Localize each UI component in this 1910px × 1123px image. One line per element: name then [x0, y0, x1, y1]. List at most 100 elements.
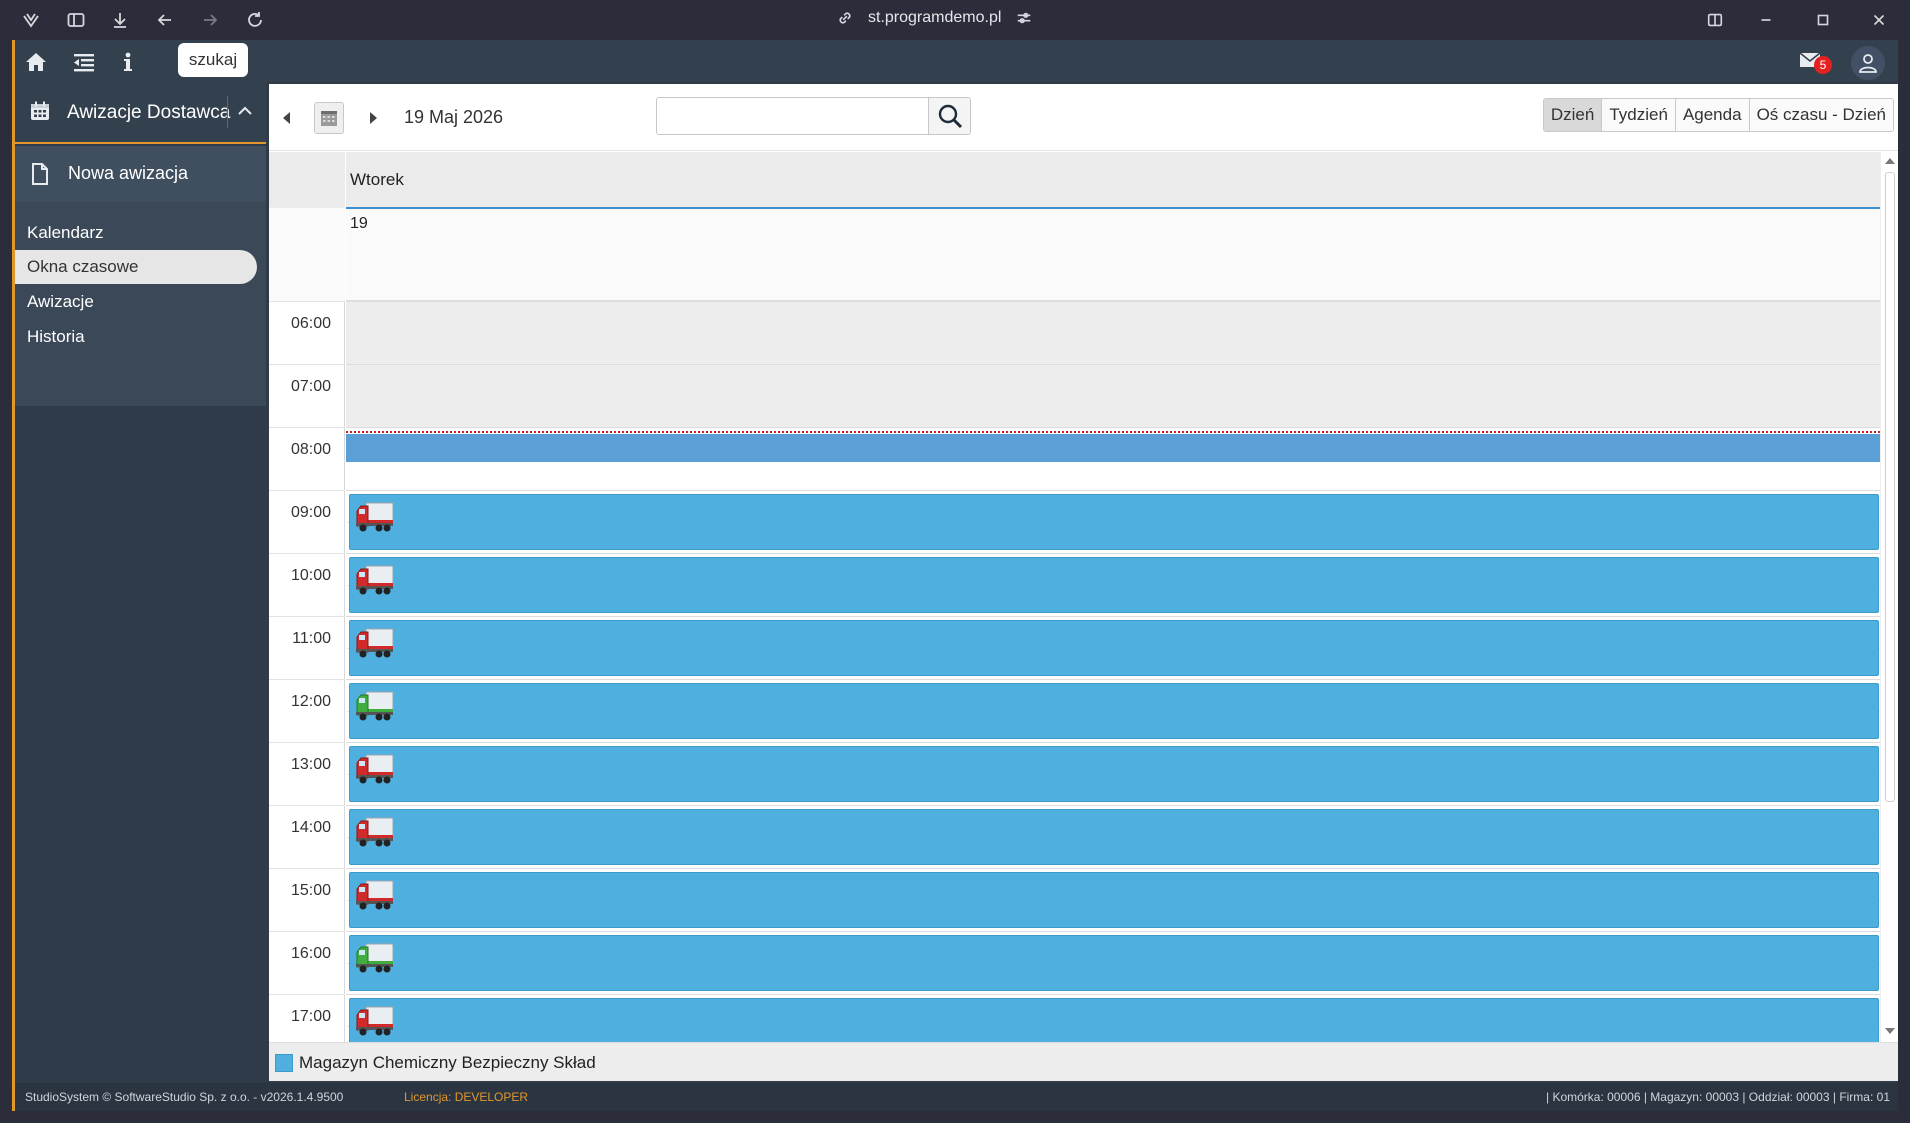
- app-frame: szukaj 5 Awizacje Dostawca Nowa awizacja…: [12, 40, 1898, 1111]
- hour-gridline: [346, 742, 1880, 743]
- next-day-icon[interactable]: [370, 112, 377, 124]
- sidebar-toggle-icon[interactable]: [64, 8, 88, 32]
- scheduler-search-input[interactable]: [656, 97, 930, 135]
- site-settings-icon[interactable]: [1015, 9, 1033, 27]
- back-icon[interactable]: [153, 8, 177, 32]
- view-agenda-button[interactable]: Agenda: [1674, 99, 1749, 131]
- red-truck-icon: [355, 877, 395, 918]
- address-bar[interactable]: st.programdemo.pl: [836, 9, 1033, 27]
- hour-gridline: [346, 805, 1880, 806]
- hour-gridline: [346, 868, 1880, 869]
- search-icon[interactable]: [928, 97, 971, 135]
- hour-gridline: [346, 301, 1880, 302]
- menu-collapse-icon[interactable]: [71, 49, 97, 75]
- hour-label-row: 09:00: [269, 490, 345, 553]
- hour-label-row: 08:00: [269, 427, 345, 490]
- browser-logo-icon[interactable]: [19, 8, 43, 32]
- hour-label: 06:00: [290, 315, 331, 332]
- hour-label: 11:00: [292, 630, 331, 647]
- red-truck-icon: [355, 562, 395, 603]
- hour-gridline: [346, 364, 1880, 365]
- home-icon[interactable]: [23, 49, 49, 75]
- split-view-icon[interactable]: [1703, 8, 1727, 32]
- sidebar-item-historia[interactable]: Historia: [15, 320, 255, 354]
- half-hour-gridline: [346, 396, 1880, 397]
- time-window-slot[interactable]: [349, 620, 1879, 676]
- sidebar-module-header[interactable]: Awizacje Dostawca: [15, 82, 266, 144]
- hour-label: 07:00: [290, 378, 331, 395]
- calendar-icon: [29, 100, 51, 127]
- hour-label-row: 06:00: [269, 301, 345, 364]
- search-button[interactable]: szukaj: [178, 43, 248, 77]
- view-day-button[interactable]: Dzień: [1543, 99, 1602, 131]
- hour-gridline: [346, 553, 1880, 554]
- view-switcher: Dzień Tydzień Agenda Oś czasu - Dzień: [1542, 98, 1894, 132]
- new-awizacja-label: Nowa awizacja: [68, 163, 189, 183]
- time-column: 06:00 07:00 08:00 09:00 10:00 11:00 12:00 13:00…: [269, 152, 345, 1042]
- sidebar-item-okna-czasowe[interactable]: Okna czasowe: [15, 250, 257, 284]
- chevron-up-icon[interactable]: [236, 102, 254, 125]
- hour-label: 16:00: [290, 945, 331, 962]
- time-window-slot[interactable]: [349, 872, 1879, 928]
- sidebar: Awizacje Dostawca Nowa awizacja Kalendar…: [15, 82, 266, 1082]
- time-window-slot[interactable]: [349, 683, 1879, 739]
- date-picker-button[interactable]: [314, 102, 344, 134]
- sidebar-item-awizacje[interactable]: Awizacje: [15, 285, 255, 319]
- license-prefix: Licencja:: [404, 1090, 455, 1104]
- new-awizacja-button[interactable]: Nowa awizacja: [15, 146, 266, 202]
- red-truck-icon: [355, 625, 395, 666]
- scheduler-toolbar: 19 Maj 2026 Dzień Tydzień Agenda Oś czas…: [269, 84, 1898, 151]
- hour-gridline: [346, 931, 1880, 932]
- time-window-slot[interactable]: [349, 809, 1879, 865]
- forward-icon[interactable]: [198, 8, 222, 32]
- hour-label-row: 11:00: [269, 616, 345, 679]
- maximize-icon[interactable]: [1811, 8, 1835, 32]
- scroll-thumb[interactable]: [1885, 172, 1895, 802]
- day-header[interactable]: Wtorek: [346, 152, 1880, 209]
- reload-icon[interactable]: [243, 8, 267, 32]
- red-truck-icon: [355, 1003, 395, 1042]
- time-window-slot[interactable]: [349, 557, 1879, 613]
- green-truck-icon: [355, 940, 395, 981]
- time-window-slot[interactable]: [349, 998, 1879, 1042]
- document-icon: [30, 162, 50, 191]
- time-window-slot[interactable]: [349, 746, 1879, 802]
- half-hour-gridline: [346, 333, 1880, 334]
- user-avatar-icon[interactable]: [1851, 46, 1885, 80]
- main-content: 19 Maj 2026 Dzień Tydzień Agenda Oś czas…: [269, 84, 1898, 1081]
- legend-label: Magazyn Chemiczny Bezpieczny Skład: [299, 1053, 596, 1072]
- day-scheduler: 06:00 07:00 08:00 09:00 10:00 11:00 12:00 13:00…: [269, 152, 1898, 1042]
- browser-chrome: st.programdemo.pl: [0, 0, 1910, 40]
- day-name: Wtorek: [350, 170, 404, 189]
- hour-gridline: [346, 490, 1880, 491]
- close-icon[interactable]: [1867, 8, 1891, 32]
- day-number-row: 19: [346, 209, 1880, 301]
- current-hour-block: [346, 434, 1880, 462]
- copyright-text: StudioSystem © SoftwareStudio Sp. z o.o.…: [25, 1090, 344, 1104]
- hour-label-row: 07:00: [269, 364, 345, 427]
- hour-label: 09:00: [290, 504, 331, 521]
- calendar-grid-icon: [321, 111, 337, 126]
- day-number: 19: [350, 215, 368, 232]
- scheduler-scrollbar[interactable]: [1880, 152, 1898, 1042]
- download-icon[interactable]: [108, 8, 132, 32]
- time-window-slot[interactable]: [349, 494, 1879, 550]
- app-topbar: szukaj 5: [15, 40, 1898, 82]
- hour-gridline: [346, 994, 1880, 995]
- view-timeline-day-button[interactable]: Oś czasu - Dzień: [1748, 99, 1893, 131]
- license-text: Licencja: DEVELOPER: [404, 1090, 528, 1104]
- link-icon: [839, 12, 851, 24]
- info-icon[interactable]: [115, 49, 141, 75]
- hour-label-row: 15:00: [269, 868, 345, 931]
- time-window-slot[interactable]: [349, 935, 1879, 991]
- url-text: st.programdemo.pl: [868, 9, 1002, 26]
- green-truck-icon: [355, 688, 395, 729]
- view-week-button[interactable]: Tydzień: [1601, 99, 1675, 131]
- header-divider: [227, 96, 228, 128]
- minimize-icon[interactable]: [1754, 8, 1778, 32]
- scroll-up-icon[interactable]: [1885, 158, 1895, 164]
- previous-day-icon[interactable]: [283, 112, 290, 124]
- sidebar-item-kalendarz[interactable]: Kalendarz: [15, 216, 255, 250]
- context-info: | Komórka: 00006 | Magazyn: 00003 | Oddz…: [1546, 1090, 1890, 1104]
- scroll-down-icon[interactable]: [1885, 1028, 1895, 1034]
